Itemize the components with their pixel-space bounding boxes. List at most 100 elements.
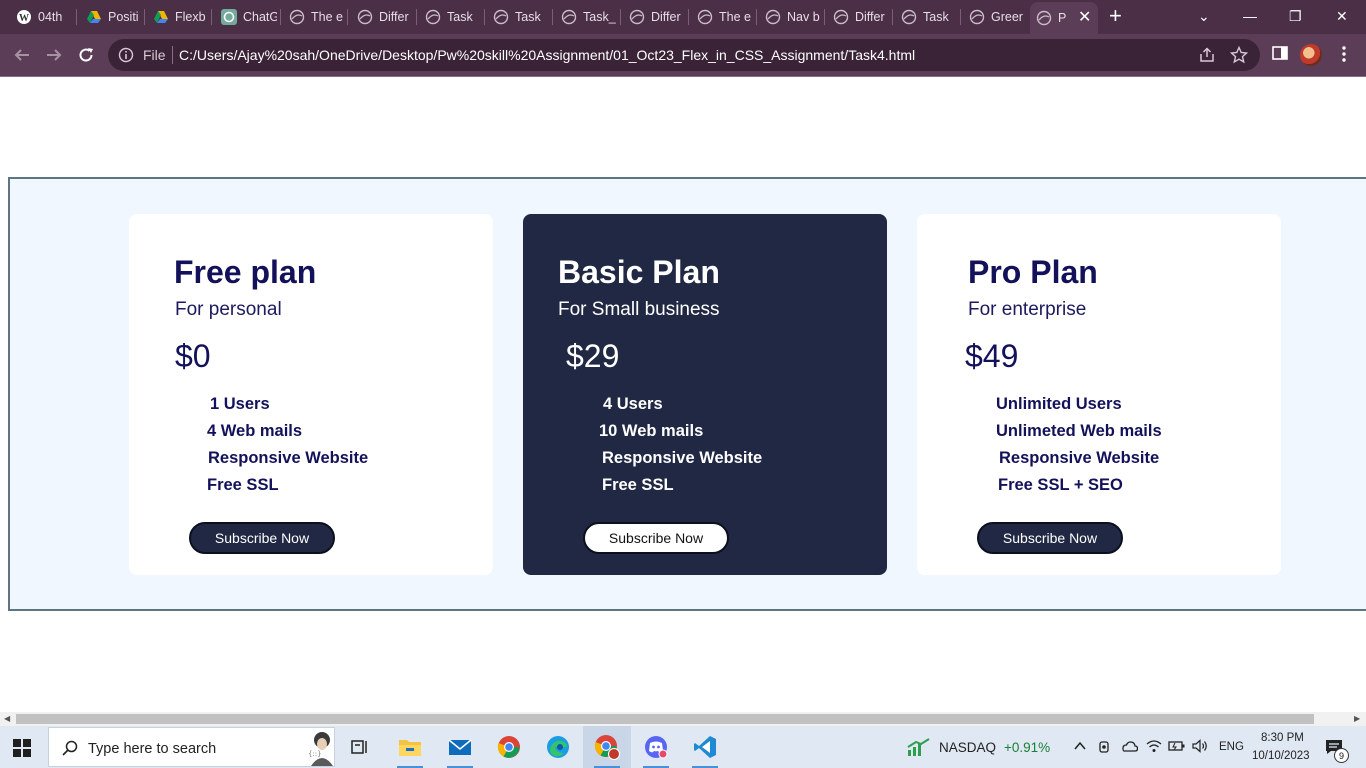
plan-title: Free plan	[174, 254, 317, 290]
discord-button[interactable]	[632, 726, 680, 768]
tab-separator	[620, 9, 621, 25]
info-icon[interactable]	[118, 47, 134, 63]
restore-button[interactable]: ❐	[1289, 6, 1302, 26]
tab-separator	[416, 9, 417, 25]
tab-separator	[960, 9, 961, 25]
search-placeholder: Type here to search	[88, 741, 217, 757]
minimize-button[interactable]: —	[1243, 6, 1257, 26]
globe-icon	[289, 9, 305, 25]
window-close-button[interactable]: ✕	[1336, 6, 1348, 26]
tab-label: Task	[515, 10, 541, 24]
tab-task-3[interactable]: Task_	[561, 4, 617, 30]
plan-subtitle: For Small business	[558, 299, 720, 320]
tab-differ-2[interactable]: Differ	[629, 4, 685, 30]
onedrive-cloud-icon[interactable]	[1120, 739, 1138, 753]
reload-button[interactable]	[74, 43, 98, 67]
input-language[interactable]: ENG	[1219, 741, 1244, 753]
tab-separator	[211, 9, 212, 25]
tab-nav-b[interactable]: Nav b	[765, 4, 821, 30]
edge-button[interactable]	[534, 726, 582, 768]
windows-taskbar: Type here to search {::} NASDAQ +0.91% E…	[0, 726, 1366, 768]
tab-the-e-2[interactable]: The e	[697, 4, 753, 30]
meet-now-icon[interactable]	[1097, 739, 1111, 755]
chrome-button[interactable]	[485, 726, 533, 768]
scroll-right-arrow-icon[interactable]: ▶	[1354, 714, 1360, 723]
volume-icon[interactable]	[1192, 739, 1210, 753]
battery-icon[interactable]	[1168, 739, 1186, 753]
plan-feature: 4 Users	[603, 395, 663, 413]
tab-differ-3[interactable]: Differ	[833, 4, 889, 30]
tab-separator	[484, 9, 485, 25]
tab-task-1[interactable]: Task	[425, 4, 481, 30]
wifi-icon[interactable]	[1146, 739, 1162, 753]
chrome-profile-icon	[594, 735, 620, 760]
wordpress-icon: W	[16, 9, 32, 25]
globe-icon	[969, 9, 985, 25]
subscribe-button-basic[interactable]: Subscribe Now	[583, 522, 729, 554]
globe-icon	[425, 9, 441, 25]
share-icon[interactable]	[1198, 46, 1216, 64]
globe-icon	[901, 9, 917, 25]
stock-widget-value[interactable]: +0.91%	[1004, 740, 1050, 755]
scroll-left-arrow-icon[interactable]: ◀	[4, 714, 10, 723]
tab-greer[interactable]: Greer	[969, 4, 1025, 30]
tab-drive-positi[interactable]: Positi	[86, 4, 142, 30]
vscode-button[interactable]	[681, 726, 729, 768]
url-text[interactable]: C:/Users/Ajay%20sah/OneDrive/Desktop/Pw%…	[179, 47, 915, 63]
tab-wordpress[interactable]: W 04th	[16, 4, 72, 30]
taskbar-search-box[interactable]: Type here to search {::}	[48, 727, 335, 767]
task-view-button[interactable]	[336, 726, 384, 768]
plan-subtitle: For personal	[175, 299, 282, 320]
tab-label: Task	[923, 10, 949, 24]
tab-label: The e	[311, 10, 343, 24]
windows-start-icon[interactable]	[13, 739, 31, 757]
mail-button[interactable]	[436, 726, 484, 768]
tab-search-dropdown-icon[interactable]: ⌄	[1198, 6, 1210, 26]
clock-date[interactable]: 10/10/2023	[1252, 750, 1310, 762]
forward-button[interactable]	[42, 43, 66, 67]
plan-title: Pro Plan	[968, 254, 1098, 290]
close-tab-icon[interactable]: ✕	[1078, 10, 1091, 26]
tab-label: Nav b	[787, 10, 820, 24]
stock-widget-label[interactable]: NASDAQ	[939, 740, 996, 755]
tab-active-pricing[interactable]: P ✕	[1030, 2, 1098, 34]
kebab-menu-icon[interactable]	[1338, 45, 1350, 63]
back-button[interactable]	[10, 43, 34, 67]
tab-differ-1[interactable]: Differ	[357, 4, 413, 30]
tab-label: Differ	[379, 10, 409, 24]
plan-feature: Unlimited Users	[996, 395, 1122, 413]
plan-subtitle: For enterprise	[968, 299, 1087, 320]
chrome-profile-button[interactable]	[583, 726, 631, 768]
clock-time[interactable]: 8:30 PM	[1261, 732, 1304, 744]
mail-icon	[448, 739, 472, 755]
address-separator	[172, 46, 173, 64]
plan-price: $0	[175, 338, 211, 374]
subscribe-button-free[interactable]: Subscribe Now	[189, 522, 335, 554]
subscribe-button-pro[interactable]: Subscribe Now	[977, 522, 1123, 554]
tab-task-4[interactable]: Task	[901, 4, 957, 30]
tab-separator	[688, 9, 689, 25]
tab-drive-flexb[interactable]: Flexb	[153, 4, 209, 30]
horizontal-scrollbar[interactable]: ◀ ▶	[0, 712, 1366, 726]
profile-avatar[interactable]	[1300, 44, 1322, 66]
plan-feature: Free SSL + SEO	[998, 476, 1123, 494]
tab-the-e-1[interactable]: The e	[289, 4, 345, 30]
scrollbar-thumb[interactable]	[16, 714, 1314, 724]
globe-icon	[493, 9, 509, 25]
plan-feature: 1 Users	[210, 395, 270, 413]
tab-label: Differ	[855, 10, 885, 24]
tab-chatgpt[interactable]: ChatG	[221, 4, 277, 30]
side-panel-icon[interactable]	[1272, 45, 1288, 61]
tab-separator	[280, 9, 281, 25]
plan-feature: 4 Web mails	[207, 422, 303, 440]
globe-icon	[629, 9, 645, 25]
tab-task-2[interactable]: Task	[493, 4, 549, 30]
show-hidden-icons-chevron-up-icon[interactable]	[1073, 739, 1087, 753]
new-tab-button[interactable]: +	[1109, 5, 1122, 27]
tab-separator	[347, 9, 348, 25]
file-explorer-button[interactable]	[386, 726, 434, 768]
address-bar[interactable]: File C:/Users/Ajay%20sah/OneDrive/Deskto…	[108, 39, 1260, 71]
bookmark-star-icon[interactable]	[1230, 46, 1248, 64]
tab-label: Positi	[108, 10, 139, 24]
reload-icon	[79, 48, 93, 62]
